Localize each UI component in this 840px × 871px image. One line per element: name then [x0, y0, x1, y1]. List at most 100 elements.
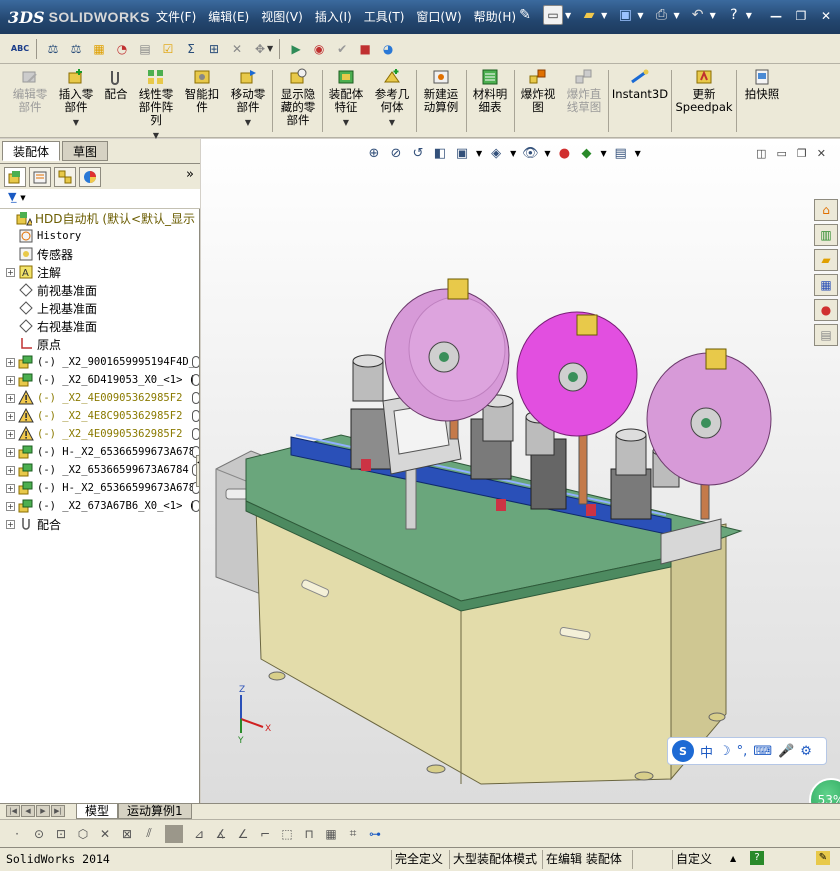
ime-logo-icon[interactable]: S [672, 740, 694, 762]
status-units[interactable]: 自定义 [672, 850, 715, 869]
menu-help[interactable]: 帮助(H) [468, 6, 522, 28]
tab-model[interactable]: 模型 [76, 804, 119, 819]
restore-icon[interactable]: ❐ [793, 8, 809, 24]
display-manager-icon[interactable] [79, 166, 101, 187]
expand-toggle-icon[interactable]: + [6, 429, 15, 439]
chevron-down-icon[interactable]: ▼ [20, 194, 25, 202]
tree-item[interactable]: + A 注解 [6, 263, 61, 281]
help-icon[interactable]: ? [750, 851, 764, 865]
tree-item[interactable]: + (-) H-_X2_65366599673A6784 [6, 479, 199, 497]
hide-show-items-icon[interactable]: 👁 [522, 145, 539, 161]
new-motion-study-button[interactable]: 新建运 动算例 [418, 68, 464, 114]
edit-appearance-icon[interactable]: ● [556, 145, 572, 161]
linear-pattern-button[interactable]: 线性零 部件阵 列 ▼ [134, 68, 178, 142]
menu-file[interactable]: 文件(F) [150, 6, 202, 28]
close-icon[interactable]: ✕ [817, 147, 826, 160]
smart-fasteners-button[interactable]: 智能扣 件 [180, 68, 224, 114]
trim-icon[interactable]: ⊠ [118, 825, 136, 843]
chevron-down-icon[interactable]: ▼ [226, 116, 270, 129]
insert-components-button[interactable]: 插入零 部件 ▼ [54, 68, 98, 129]
equations-icon[interactable]: Σ [181, 39, 201, 59]
circle-icon[interactable]: ⊙ [30, 825, 48, 843]
tree-filter[interactable]: ▼̲ ▼ [0, 189, 200, 209]
tree-item[interactable]: 前视基准面 [6, 281, 97, 299]
expand-toggle-icon[interactable]: + [6, 357, 15, 367]
ime-toolbar[interactable]: S 中 ☽ °, ⌨ 🎤 ⚙ [667, 737, 827, 765]
tree-item[interactable]: + (-) _X2_673A67B6_X0_<1> ( [6, 497, 199, 515]
graphics-area[interactable]: Z X Y ⊕ ⊘ ↺ ◧ ▣ ▼ ◈ ▼ 👁 ▼ ● ◆ ▼ ▤ ▼ ◫ ▭ ❐ ✕ ⌂… [201, 139, 840, 803]
measure-icon[interactable]: ⚖ [43, 39, 63, 59]
hatch-icon[interactable]: ▦ [322, 825, 340, 843]
expand-toggle-icon[interactable]: + [6, 447, 15, 457]
section-properties-icon[interactable]: ▦ [89, 39, 109, 59]
tree-item[interactable]: + (-) _X2_4E09905362985F2 [6, 425, 199, 443]
macro-record-icon[interactable]: ◉ [309, 39, 329, 59]
file-explorer-icon[interactable]: ▰ [814, 249, 838, 271]
assembly-features-button[interactable]: 装配体 特征 ▼ [324, 68, 368, 129]
instant3d-button[interactable]: Instant3D [611, 68, 669, 101]
appearances-icon[interactable]: ● [814, 299, 838, 321]
solidworks-logo[interactable]: 3DS SOLIDWORKS [8, 6, 150, 28]
pin-icon[interactable]: ✎ [515, 5, 535, 25]
coincident-icon[interactable]: ⫽ [140, 825, 158, 843]
chevron-up-icon[interactable]: ▲ [730, 854, 736, 863]
view-orientation-icon[interactable]: ▣ [454, 145, 470, 161]
show-hidden-button[interactable]: 显示隐 藏的零 部件 [276, 68, 320, 127]
expand-toggle-icon[interactable]: + [6, 483, 15, 493]
home-icon[interactable]: ⌂ [814, 199, 838, 221]
spell-check-icon[interactable]: ABC [10, 39, 30, 59]
close-icon[interactable]: ✕ [818, 8, 834, 24]
tree-item[interactable]: + (-) _X2_4E00905362985F2 [6, 389, 199, 407]
section-view-icon[interactable]: ◧ [432, 145, 448, 161]
explode-line-sketch-button[interactable]: 爆炸直 线草图 [562, 68, 606, 114]
next-tab-icon[interactable]: ▶ [36, 805, 50, 817]
corner-rectangle-icon[interactable]: ⌐ [256, 825, 274, 843]
ime-keyboard-icon[interactable]: ⌨ [753, 744, 772, 759]
point-icon[interactable]: · [8, 825, 26, 843]
ime-microphone-icon[interactable]: 🎤 [778, 744, 794, 759]
previous-tab-icon[interactable]: ◀ [21, 805, 35, 817]
move-component-button[interactable]: 移动零 部件 ▼ [226, 68, 270, 129]
rectangle-icon[interactable]: ⬚ [278, 825, 296, 843]
save-icon[interactable]: ▣ [615, 5, 635, 25]
appearance-icon[interactable]: ◕ [378, 39, 398, 59]
tree-item[interactable]: + (-) _X2_65366599673A6784 [6, 461, 199, 479]
tree-item[interactable]: + (-) _X2_6D419053_X0_<1> ( [6, 371, 199, 389]
tree-item[interactable]: + (-) _X2_9001659995194F4D_X [6, 353, 199, 371]
expand-toggle-icon[interactable]: + [6, 393, 15, 403]
line-icon[interactable]: ∠ [234, 825, 252, 843]
macro-run-icon[interactable]: ▶ [286, 39, 306, 59]
last-tab-icon[interactable]: ▶| [51, 805, 65, 817]
tree-item[interactable]: 传感器 [6, 245, 73, 263]
offset-icon[interactable]: ⊓ [300, 825, 318, 843]
view-settings-icon[interactable]: ▤ [613, 145, 629, 161]
interference-icon[interactable]: ☑ [158, 39, 178, 59]
expand-panel-icon[interactable]: » [186, 167, 194, 182]
tree-item[interactable]: 原点 [6, 335, 61, 353]
tab-motion-study[interactable]: 运动算例1 [118, 804, 192, 819]
minimize-icon[interactable]: — [768, 8, 784, 24]
filter-icon[interactable]: ▼̲ [8, 190, 16, 203]
open-folder-icon[interactable]: ▰ [579, 5, 599, 25]
apply-scene-icon[interactable]: ◆ [578, 145, 594, 161]
tree-item[interactable]: + (-) H-_X2_65366599673A6784 [6, 443, 199, 461]
center-point-icon[interactable]: ⊡ [52, 825, 70, 843]
property-manager-icon[interactable] [29, 166, 51, 187]
zoom-to-area-icon[interactable]: ⊘ [388, 145, 404, 161]
expand-toggle-icon[interactable]: + [6, 267, 15, 277]
minimize-icon[interactable]: ▭ [777, 147, 787, 160]
expand-toggle-icon[interactable]: + [6, 375, 15, 385]
statistics-icon[interactable]: ⊞ [204, 39, 224, 59]
ime-mode[interactable]: 中 [700, 742, 713, 761]
scale-icon[interactable]: ⌗ [344, 825, 362, 843]
expand-toggle-icon[interactable]: + [6, 411, 15, 421]
undo-icon[interactable]: ↶ [688, 5, 708, 25]
tab-sketch[interactable]: 草图 [62, 141, 109, 161]
edit-component-button[interactable]: 编辑零 部件 [8, 68, 52, 114]
chevron-down-icon[interactable]: ▼ [370, 116, 414, 129]
thickness-icon[interactable]: ✕ [227, 39, 247, 59]
menu-window[interactable]: 窗口(W) [410, 6, 467, 28]
tree-item[interactable]: 上视基准面 [6, 299, 97, 317]
chevron-down-icon[interactable]: ▼ [54, 116, 98, 129]
tile-icon[interactable]: ◫ [756, 147, 766, 160]
